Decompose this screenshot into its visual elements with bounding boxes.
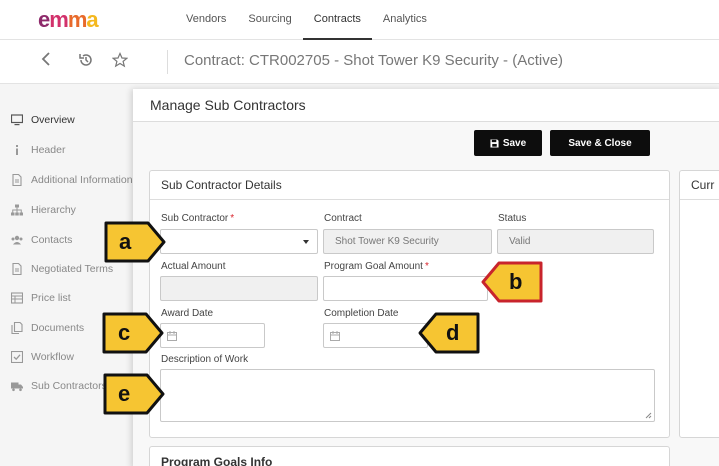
- panel-divider: [150, 199, 669, 200]
- modal-header: Manage Sub Contractors: [133, 89, 719, 122]
- contract-field: Shot Tower K9 Security: [323, 229, 492, 254]
- monitor-icon: [11, 114, 23, 126]
- status-field: Valid: [497, 229, 654, 254]
- info-icon: [16, 145, 18, 155]
- check-icon: [11, 351, 23, 363]
- sub-contractor-label: Sub Contractor *: [161, 213, 235, 224]
- award-date-label: Award Date: [161, 308, 214, 319]
- sub-contractor-select[interactable]: [160, 229, 318, 254]
- nav-contracts[interactable]: Contracts: [302, 0, 372, 40]
- save-and-close-button[interactable]: Save & Close: [550, 130, 650, 156]
- contract-label: Contract: [324, 213, 362, 224]
- title-separator: [167, 50, 168, 74]
- current-panel: Curr: [679, 170, 719, 438]
- panel-title: Curr: [691, 178, 715, 192]
- calendar-icon: [167, 331, 177, 341]
- contract-title: Contract: CTR002705 - Shot Tower K9 Secu…: [184, 52, 564, 69]
- hierarchy-icon: [11, 204, 23, 216]
- contacts-icon: [11, 235, 23, 245]
- nav-sourcing[interactable]: Sourcing: [237, 0, 302, 40]
- chevron-down-icon: [303, 240, 309, 244]
- sidebar-item-price-list[interactable]: Price list: [0, 284, 132, 312]
- manage-sub-contractors-modal: Manage Sub Contractors Save Save & Close…: [133, 89, 719, 466]
- history-icon[interactable]: [76, 52, 96, 72]
- sidebar-item-overview[interactable]: Overview: [0, 106, 132, 134]
- save-icon: [490, 138, 499, 148]
- emma-logo[interactable]: emma: [38, 7, 99, 33]
- back-arrow-icon[interactable]: [36, 52, 56, 72]
- nav-vendors[interactable]: Vendors: [175, 0, 237, 40]
- nav-analytics[interactable]: Analytics: [372, 0, 438, 40]
- modal-title: Manage Sub Contractors: [150, 97, 306, 113]
- actual-amount-field: [160, 276, 318, 301]
- program-goal-amount-label: Program Goal Amount *: [324, 261, 429, 272]
- save-button[interactable]: Save: [474, 130, 542, 156]
- resize-handle-icon[interactable]: [645, 412, 652, 419]
- award-date-input[interactable]: [160, 323, 265, 348]
- description-label: Description of Work: [161, 354, 249, 365]
- panel-title: Program Goals Info: [161, 455, 273, 466]
- truck-icon: [11, 382, 23, 392]
- contract-title-bar: Contract: CTR002705 - Shot Tower K9 Secu…: [0, 40, 719, 84]
- description-textarea[interactable]: [160, 369, 655, 422]
- panel-divider: [680, 199, 719, 200]
- program-goal-amount-input[interactable]: [323, 276, 488, 301]
- favorite-star-icon[interactable]: [110, 52, 130, 72]
- document-icon: [12, 174, 22, 186]
- top-navigation: emma Vendors Sourcing Contracts Analytic…: [0, 0, 719, 40]
- sidebar-item-hierarchy[interactable]: Hierarchy: [0, 196, 132, 224]
- program-goals-info-panel: Program Goals Info: [149, 446, 670, 466]
- completion-date-label: Completion Date: [324, 308, 399, 319]
- panel-title: Sub Contractor Details: [161, 178, 282, 192]
- completion-date-input[interactable]: [323, 323, 428, 348]
- calendar-icon: [330, 331, 340, 341]
- sidebar-item-header[interactable]: Header: [0, 136, 132, 164]
- main-nav: Vendors Sourcing Contracts Analytics: [175, 0, 438, 40]
- status-label: Status: [498, 213, 527, 224]
- list-icon: [11, 292, 23, 304]
- documents-icon: [11, 322, 23, 334]
- sidebar-item-additional-information[interactable]: Additional Information: [0, 166, 132, 194]
- sub-contractor-details-panel: Sub Contractor Details Sub Contractor * C…: [149, 170, 670, 438]
- document-icon: [12, 263, 22, 275]
- actual-amount-label: Actual Amount: [161, 261, 226, 272]
